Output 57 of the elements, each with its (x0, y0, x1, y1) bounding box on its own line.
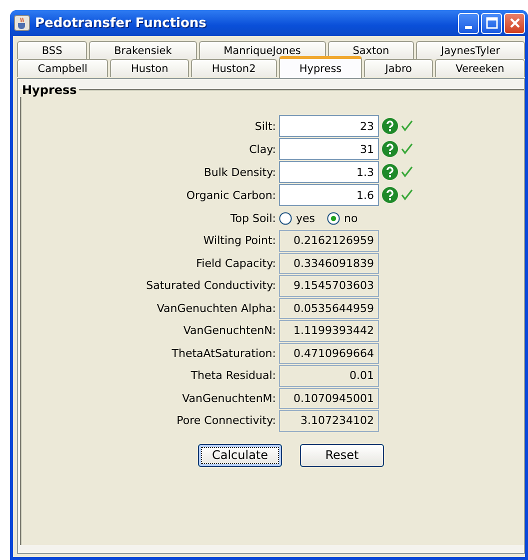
tab[interactable]: ManriqueJones (198, 41, 326, 59)
input-field[interactable]: 1.3 (279, 161, 379, 183)
tab[interactable]: JaynesTyler (416, 41, 525, 59)
field-label: Silt: (254, 120, 276, 132)
field-label: Field Capacity: (196, 256, 276, 270)
tab[interactable]: Campbell (17, 59, 108, 77)
output-field: 3.107234102 (279, 410, 379, 432)
input-field[interactable]: 1.6 (279, 184, 379, 206)
tab[interactable]: BSS (17, 41, 88, 59)
tab[interactable]: Vereeken (434, 59, 526, 77)
field-label: Clay: (249, 142, 276, 156)
input-field[interactable]: 31 (279, 138, 379, 160)
coffee-cup-icon (14, 15, 30, 31)
field-label: Saturated Conductivity: (146, 279, 276, 292)
output-field: 0.2162126959 (279, 230, 379, 252)
tab[interactable]: Huston (110, 59, 190, 77)
close-button[interactable] (504, 12, 525, 34)
help-icon[interactable] (382, 164, 398, 180)
radio-option[interactable]: yes (279, 212, 316, 224)
radio-button[interactable] (327, 212, 340, 224)
output-field: 0.01 (279, 365, 379, 386)
field-label: VanGenuchtenM: (182, 392, 276, 405)
push-button[interactable]: Calculate (198, 444, 282, 466)
field-label: VanGenuchtenN: (183, 324, 276, 338)
tab[interactable]: Hypress (278, 56, 362, 78)
minimize-button[interactable] (458, 12, 479, 34)
tab[interactable]: Huston2 (191, 59, 277, 77)
field-label: Wilting Point: (203, 234, 276, 248)
output-field: 0.0535644959 (279, 298, 379, 319)
maximize-icon (486, 17, 498, 29)
radio-button[interactable] (279, 212, 292, 224)
window-title: Pedotransfer Functions (35, 16, 208, 30)
help-icon[interactable] (382, 187, 398, 203)
group-title: Hypress (21, 83, 78, 97)
input-field[interactable]: 23 (279, 115, 379, 137)
tab[interactable]: Jabro (364, 59, 433, 77)
maximize-button[interactable] (481, 12, 502, 34)
field-label: VanGenuchten Alpha: (156, 302, 276, 315)
field-label: Top Soil: (230, 212, 276, 224)
minimize-icon (465, 26, 472, 28)
output-field: 0.3346091839 (279, 252, 379, 274)
close-icon (508, 17, 520, 29)
help-icon[interactable] (382, 141, 398, 157)
radio-option[interactable]: no (327, 212, 358, 224)
field-label: Bulk Density: (204, 166, 276, 178)
push-button[interactable]: Reset (300, 444, 384, 466)
field-label: Pore Connectivity: (176, 414, 276, 428)
field-label: Organic Carbon: (186, 188, 276, 202)
output-field: 9.1545703603 (279, 275, 379, 296)
tab[interactable]: Saxton (328, 41, 414, 59)
output-field: 0.1070945001 (279, 388, 379, 409)
output-field: 1.1199393442 (279, 320, 379, 342)
field-label: ThetaAtSaturation: (172, 346, 276, 360)
tab[interactable]: Brakensiek (89, 41, 197, 59)
help-icon[interactable] (382, 118, 398, 134)
field-label: Theta Residual: (190, 369, 276, 382)
output-field: 0.4710969664 (279, 342, 379, 364)
